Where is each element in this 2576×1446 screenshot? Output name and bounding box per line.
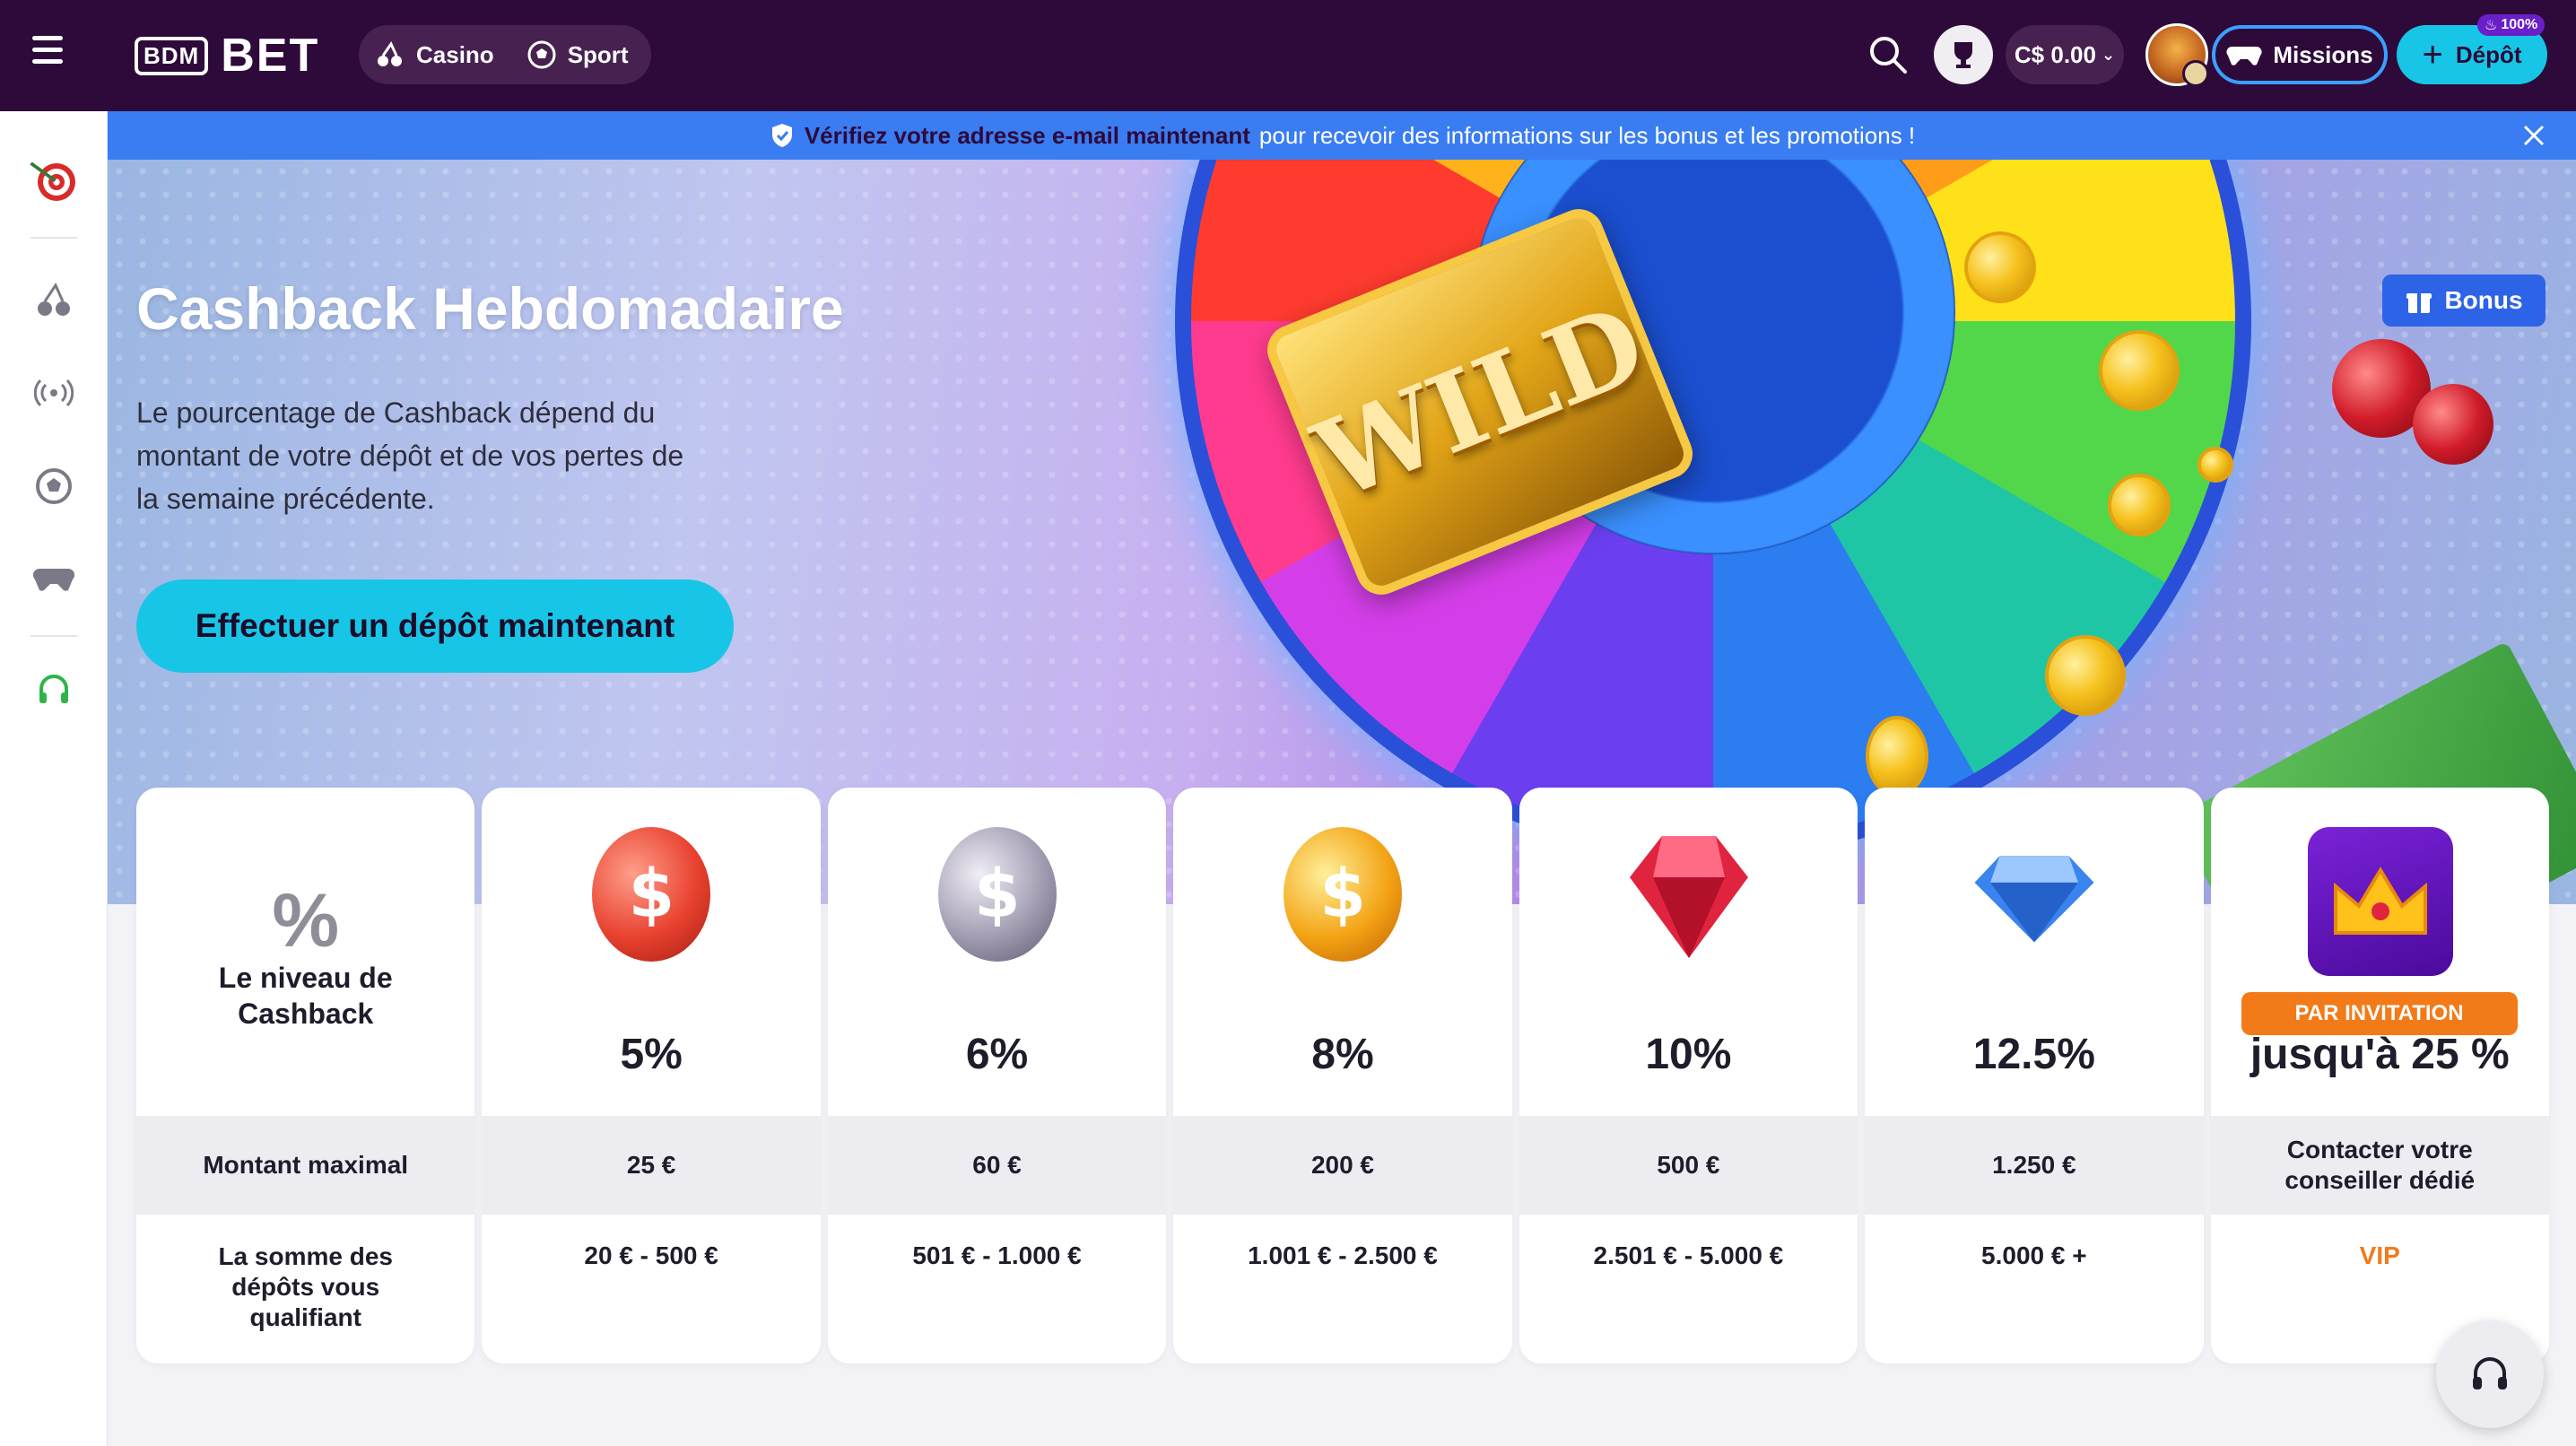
- max-amount-label: Montant maximal: [136, 1116, 475, 1215]
- shield-check-icon: [771, 124, 792, 147]
- logo-text: BET: [221, 30, 320, 82]
- verify-email-link[interactable]: Vérifiez votre adresse e-mail maintenant: [805, 122, 1250, 150]
- main-nav: Casino Sport: [359, 25, 651, 84]
- deposit-sum-label: La somme des dépôts vous qualifiant: [218, 1242, 393, 1331]
- tier-column: $ 5% 25 € 20 € - 500 €: [482, 788, 821, 1363]
- trophy-button[interactable]: [1934, 25, 1993, 84]
- avatar[interactable]: [2145, 23, 2209, 87]
- verify-email-banner[interactable]: Vérifiez votre adresse e-mail maintenant…: [108, 111, 2576, 160]
- ruby-gem-icon: [1626, 827, 1752, 962]
- close-icon[interactable]: [2522, 124, 2546, 147]
- missions-label: Missions: [2273, 40, 2373, 68]
- tier-max-amount: 25 €: [482, 1116, 821, 1215]
- cashback-table: % Le niveau de Cashback Montant maximal …: [136, 788, 2549, 1363]
- nav-casino-label: Casino: [416, 40, 494, 68]
- tier-deposit-range: 20 € - 500 €: [584, 1241, 718, 1269]
- wild-text: WILD: [1298, 279, 1662, 525]
- soccer-ball-icon: [527, 40, 556, 69]
- tier-column: $ 8% 200 € 1.001 € - 2.500 €: [1173, 788, 1512, 1363]
- soccer-ball-icon[interactable]: [27, 459, 81, 513]
- tier-deposit-range: 501 € - 1.000 €: [912, 1241, 1082, 1269]
- tier-column: 10% 500 € 2.501 € - 5.000 €: [1519, 788, 1858, 1363]
- silver-coin-icon: $: [937, 827, 1057, 962]
- tier-percent: 10%: [1645, 1031, 1732, 1078]
- support-chat-button[interactable]: [2436, 1320, 2544, 1428]
- tier-percent: 5%: [620, 1031, 683, 1078]
- gold-coin-icon: $: [1284, 827, 1403, 962]
- tier-column: 12.5% 1.250 € 5.000 € +: [1865, 788, 2204, 1363]
- gold-coin-image: [1964, 231, 2036, 303]
- logo-box: BDM: [135, 36, 209, 75]
- tier-deposit-range: 2.501 € - 5.000 €: [1593, 1241, 1784, 1269]
- tier-max-amount: 1.250 €: [1865, 1116, 2204, 1215]
- tier-deposit-range: 1.001 € - 2.500 €: [1248, 1241, 1438, 1269]
- percent-icon: %: [272, 878, 340, 963]
- bonus-label: Bonus: [2444, 286, 2523, 314]
- gold-coin-image: [1866, 716, 1928, 797]
- sidebar-divider: [30, 635, 77, 637]
- plus-icon: +: [2422, 35, 2443, 74]
- label-column: % Le niveau de Cashback Montant maximal …: [136, 788, 475, 1363]
- trophy-icon: [1954, 42, 1972, 68]
- search-icon[interactable]: [1866, 32, 1910, 77]
- balance-value: C$ 0.00: [2014, 40, 2096, 68]
- gift-icon: [2406, 293, 2432, 313]
- deposit-now-button[interactable]: Effectuer un dépôt maintenant: [136, 579, 734, 673]
- tier-column: $ 6% 60 € 501 € - 1.000 €: [827, 788, 1167, 1363]
- page-title: Cashback Hebdomadaire: [136, 275, 844, 342]
- tier-max-amount: 200 €: [1173, 1116, 1512, 1215]
- gamepad-icon: [2226, 47, 2262, 65]
- live-broadcast-icon[interactable]: [27, 366, 81, 420]
- crown-icon: [2307, 827, 2453, 976]
- gold-coin-image: [2099, 330, 2180, 411]
- sidebar: [0, 111, 108, 1446]
- tier-percent: 8%: [1311, 1031, 1374, 1078]
- tier-max-amount: 60 €: [827, 1116, 1167, 1215]
- diamond-icon: [1971, 827, 2097, 962]
- balance-dropdown[interactable]: C$ 0.00 ⌄: [2006, 25, 2124, 84]
- menu-icon[interactable]: [32, 36, 68, 72]
- top-bar: BDM BET Casino Sport C$ 0.00 ⌄ Missions …: [0, 0, 2576, 111]
- nav-sport[interactable]: Sport: [527, 39, 629, 70]
- cherry-icon: [378, 40, 402, 66]
- verify-email-text: pour recevoir des informations sur les b…: [1258, 121, 1916, 149]
- deposit-bonus-badge: ♨ 100%: [2477, 14, 2546, 36]
- logo[interactable]: BDM BET: [135, 29, 319, 83]
- vip-contact-text: Contacter votre conseiller dédié: [2210, 1116, 2549, 1215]
- bonus-button[interactable]: Bonus: [2382, 274, 2546, 327]
- red-coin-icon: $: [592, 827, 711, 962]
- nav-casino[interactable]: Casino: [375, 39, 494, 70]
- cherry-image: [2413, 384, 2493, 465]
- nav-sport-label: Sport: [567, 40, 629, 68]
- gold-coin-image: [2108, 474, 2171, 536]
- deposit-label: Dépôt: [2455, 40, 2522, 68]
- tier-max-amount: 500 €: [1519, 1116, 1858, 1215]
- cashback-level-label: Le niveau de Cashback: [218, 962, 393, 1030]
- vip-column: PAR INVITATION jusqu'à 25 % Contacter vo…: [2210, 788, 2549, 1363]
- headset-icon[interactable]: [27, 664, 81, 718]
- tier-deposit-range: 5.000 € +: [1981, 1241, 2087, 1269]
- cherry-icon[interactable]: [27, 273, 81, 327]
- missions-button[interactable]: Missions: [2212, 25, 2388, 84]
- gold-coin-image: [2197, 447, 2233, 483]
- gold-coin-image: [2045, 635, 2126, 716]
- headset-icon: [2473, 1357, 2507, 1389]
- gamepad-icon[interactable]: [27, 553, 81, 606]
- tier-percent: 12.5%: [1972, 1031, 2095, 1078]
- hero-description: Le pourcentage de Cashback dépend du mon…: [136, 396, 684, 515]
- vip-percent: jusqu'à 25 %: [2250, 1031, 2510, 1078]
- gift-icon: ♨: [2485, 18, 2498, 33]
- deposit-badge-text: 100%: [2501, 17, 2538, 32]
- invitation-badge: PAR INVITATION: [2241, 992, 2518, 1035]
- target-darts-icon[interactable]: [27, 152, 81, 206]
- chevron-down-icon: ⌄: [2101, 45, 2116, 64]
- sidebar-divider: [30, 237, 77, 239]
- tier-percent: 6%: [965, 1031, 1029, 1078]
